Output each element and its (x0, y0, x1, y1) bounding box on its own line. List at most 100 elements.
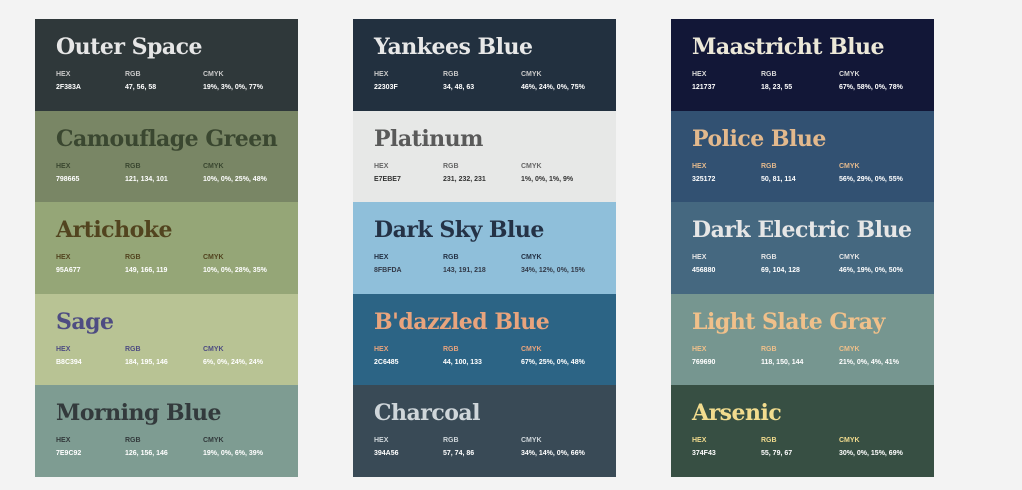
hex-value: 2F383A (56, 84, 81, 91)
swatch-card: Maastricht Blue HEX 121737 RGB 18, 23, 55 … (671, 19, 934, 111)
cmyk-label: CMYK (521, 254, 542, 262)
color-name: Sage (56, 308, 114, 335)
hex-label: HEX (692, 71, 707, 78)
color-name: Maastricht Blue (692, 34, 885, 60)
color-name: Artichoke (56, 217, 172, 244)
hex-value: E7EBE7 (374, 175, 401, 183)
color-name: Platinum (374, 125, 483, 152)
hex-value: 7E9C92 (56, 450, 82, 458)
color-name: Police Blue (692, 125, 826, 152)
hex-value: 325172 (692, 175, 716, 183)
hex-value: 8FBFDA (374, 267, 402, 275)
color-codes: HEX 95A677 RGB 149, 166, 119 CMYK 10%, 0%, … (56, 253, 298, 275)
cmyk-label: CMYK (839, 437, 860, 445)
rgb-value: 121, 134, 101 (125, 175, 168, 183)
swatch-card: B'dazzled Blue HEX 2C6485 RGB 44, 100, 133… (353, 293, 616, 386)
cmyk-label: CMYK (521, 71, 542, 78)
swatch-card: Dark Sky Blue HEX 8FBFDA RGB 143, 191, 218… (353, 202, 616, 294)
hex-label: HEX (374, 71, 389, 78)
hex-value: 769690 (692, 358, 716, 366)
rgb-label: RGB (443, 162, 459, 170)
hex-value: 456880 (692, 267, 716, 275)
cmyk-label: CMYK (203, 162, 224, 170)
rgb-value: 118, 150, 144 (761, 358, 804, 366)
color-codes: HEX E7EBE7 RGB 231, 232, 231 CMYK 1%, 0%, 1… (374, 162, 616, 184)
hex-label: HEX (56, 254, 71, 262)
color-codes: HEX 456880 RGB 69, 104, 128 CMYK 46%, 19%, … (692, 253, 934, 275)
cmyk-label: CMYK (521, 162, 542, 170)
color-codes: HEX B8C394 RGB 184, 195, 146 CMYK 6%, 0%, 2… (56, 345, 298, 367)
hex-value: 121737 (692, 84, 716, 91)
swatch-card: Arsenic HEX 374F43 RGB 55, 79, 67 CMYK 30%,… (671, 385, 934, 477)
swatch-card: Platinum HEX E7EBE7 RGB 231, 232, 231 CMYK… (353, 110, 616, 203)
hex-value: 798665 (56, 175, 80, 183)
palette-column-1: Outer Space HEX 2F383A RGB 47, 56, 58 CMYK… (35, 19, 298, 477)
cmyk-value: 46%, 24%, 0%, 75% (521, 84, 585, 91)
swatch-card: Charcoal HEX 394A56 RGB 57, 74, 86 CMYK 34%… (353, 385, 616, 477)
color-codes: HEX 394A56 RGB 57, 74, 86 CMYK 34%, 14%, 0%… (374, 436, 616, 458)
hex-label: HEX (374, 345, 389, 353)
rgb-label: RGB (443, 254, 459, 262)
cmyk-value: 56%, 29%, 0%, 55% (839, 175, 903, 183)
hex-value: 95A677 (56, 267, 81, 275)
hex-label: HEX (56, 71, 71, 78)
cmyk-label: CMYK (521, 437, 542, 445)
hex-label: HEX (692, 345, 707, 353)
cmyk-label: CMYK (521, 345, 542, 353)
rgb-label: RGB (761, 71, 777, 78)
hex-value: 374F43 (692, 450, 716, 458)
rgb-label: RGB (443, 345, 459, 353)
hex-value: B8C394 (56, 358, 82, 366)
rgb-label: RGB (761, 254, 777, 262)
rgb-label: RGB (125, 437, 141, 445)
cmyk-label: CMYK (839, 71, 860, 78)
rgb-value: 55, 79, 67 (761, 450, 793, 458)
hex-label: HEX (374, 162, 389, 170)
hex-label: HEX (374, 437, 389, 445)
cmyk-value: 10%, 0%, 25%, 48% (203, 175, 267, 183)
rgb-label: RGB (761, 162, 777, 170)
cmyk-label: CMYK (839, 345, 860, 353)
color-name: Arsenic (692, 400, 782, 427)
color-codes: HEX 325172 RGB 50, 81, 114 CMYK 56%, 29%, 0… (692, 162, 934, 184)
cmyk-value: 1%, 0%, 1%, 9% (521, 175, 574, 183)
color-name: Outer Space (56, 34, 203, 60)
rgb-value: 126, 156, 146 (125, 450, 168, 458)
swatch-card: Dark Electric Blue HEX 456880 RGB 69, 104,… (671, 202, 934, 294)
hex-label: HEX (56, 162, 71, 170)
cmyk-value: 67%, 58%, 0%, 78% (839, 84, 903, 91)
color-name: Light Slate Gray (692, 308, 885, 335)
cmyk-value: 34%, 12%, 0%, 15% (521, 267, 585, 275)
hex-label: HEX (56, 437, 71, 445)
cmyk-value: 67%, 25%, 0%, 48% (521, 358, 585, 366)
rgb-value: 47, 56, 58 (125, 84, 157, 91)
hex-label: HEX (692, 437, 707, 445)
color-codes: HEX 798665 RGB 121, 134, 101 CMYK 10%, 0%, … (56, 162, 298, 184)
palette-column-2: Yankees Blue HEX 22303F RGB 34, 48, 63 CMY… (353, 19, 616, 477)
rgb-label: RGB (443, 71, 459, 78)
color-name: Charcoal (374, 400, 481, 427)
rgb-value: 50, 81, 114 (761, 175, 796, 183)
rgb-label: RGB (443, 437, 459, 445)
rgb-value: 44, 100, 133 (443, 358, 482, 366)
color-name: Morning Blue (56, 400, 221, 427)
swatch-card: Artichoke HEX 95A677 RGB 149, 166, 119 CMY… (35, 202, 298, 294)
swatch-card: Yankees Blue HEX 22303F RGB 34, 48, 63 CMY… (353, 19, 616, 111)
cmyk-label: CMYK (839, 162, 860, 170)
hex-value: 2C6485 (374, 358, 399, 366)
cmyk-label: CMYK (839, 254, 860, 262)
rgb-label: RGB (125, 345, 141, 353)
cmyk-value: 46%, 19%, 0%, 50% (839, 267, 903, 275)
hex-label: HEX (692, 254, 707, 262)
rgb-value: 34, 48, 63 (443, 84, 475, 91)
color-codes: HEX 769690 RGB 118, 150, 144 CMYK 21%, 0%, … (692, 345, 934, 367)
color-codes: HEX 7E9C92 RGB 126, 156, 146 CMYK 19%, 0%, … (56, 436, 298, 458)
cmyk-value: 10%, 0%, 28%, 35% (203, 267, 267, 275)
color-name: Dark Sky Blue (374, 217, 544, 244)
hex-label: HEX (692, 162, 707, 170)
cmyk-value: 19%, 0%, 6%, 39% (203, 450, 263, 458)
swatch-card: Light Slate Gray HEX 769690 RGB 118, 150, … (671, 293, 934, 386)
swatch-card: Sage HEX B8C394 RGB 184, 195, 146 CMYK 6%, … (35, 293, 298, 386)
cmyk-value: 6%, 0%, 24%, 24% (203, 358, 263, 366)
cmyk-label: CMYK (203, 254, 224, 262)
